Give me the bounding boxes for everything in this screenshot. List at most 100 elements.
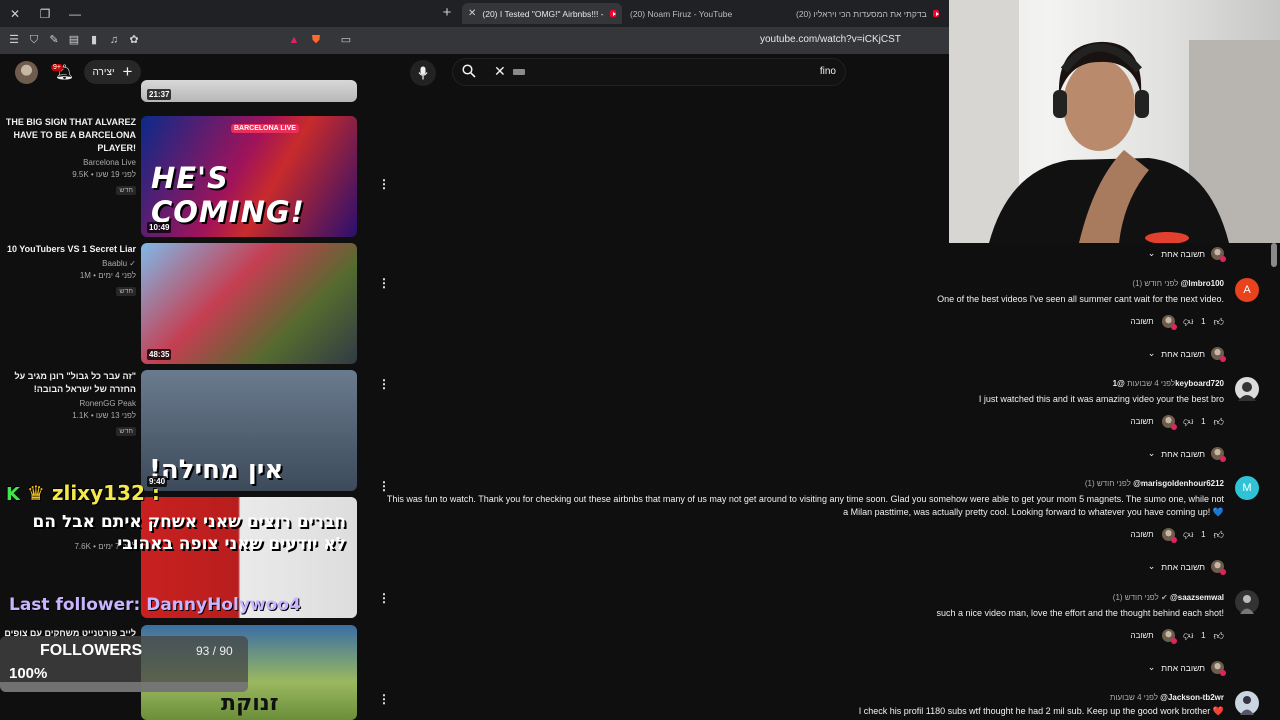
like-icon[interactable]: 👍︎ xyxy=(1214,529,1224,541)
voice-search-button[interactable] xyxy=(410,60,436,86)
like-icon[interactable]: 👍︎ xyxy=(1214,416,1224,428)
minimize-window-icon[interactable]: — xyxy=(60,0,90,27)
menu-icon[interactable]: ☰ xyxy=(7,33,21,47)
reply-button[interactable]: תשובה xyxy=(1131,530,1154,539)
shield-icon[interactable]: ⛉ xyxy=(27,33,41,47)
comment: לפני חודש (1) @lmbro100 One of the best … xyxy=(937,279,1224,330)
like-count: 1 xyxy=(1201,417,1206,426)
account-avatar[interactable] xyxy=(15,61,38,84)
replies-toggle[interactable]: ⌄ תשובה אחת xyxy=(1147,347,1226,362)
comment-handle[interactable]: @Jackson-tb2wr xyxy=(1160,693,1224,702)
commenter-avatar[interactable] xyxy=(1235,377,1259,401)
comment-actions: תשובה 👍︎ 1 👍︎ xyxy=(979,415,1224,430)
dislike-icon[interactable]: 👍︎ xyxy=(1183,529,1193,541)
comment-header: לפני חודש (1) @marisgoldenhour6212 xyxy=(384,479,1224,488)
extensions-icon[interactable]: ✿ xyxy=(127,33,141,47)
dislike-icon[interactable]: 👍︎ xyxy=(1183,630,1193,642)
address-bar[interactable]: youtube.com/watch?v=iCKjCST xyxy=(760,34,901,45)
new-tab-button[interactable]: + xyxy=(438,4,456,22)
commenter-avatar[interactable] xyxy=(1235,590,1259,614)
music-icon[interactable]: ♫ xyxy=(107,33,121,47)
video-title[interactable]: "זה עבר כל גבול" רונן מגיב על החזרה של י… xyxy=(0,370,136,396)
thumbnail-text: אין מחילה! xyxy=(149,455,284,485)
reply-button[interactable]: תשובה xyxy=(1131,631,1154,640)
tab-title: (20) I Tested "OMG!" Airbnbs!!! - xyxy=(482,8,604,19)
creator-avatar xyxy=(1211,347,1226,362)
reply-button[interactable]: תשובה xyxy=(1131,417,1154,426)
verified-icon: ✔ xyxy=(1161,593,1168,602)
creator-heart-icon xyxy=(1161,315,1177,330)
video-thumbnail[interactable]: 21:37 xyxy=(141,80,357,102)
clear-search-icon[interactable]: ✕ xyxy=(494,63,506,80)
search-box[interactable] xyxy=(452,58,846,86)
video-meta: "זה עבר כל גבול" רונן מגיב על החזרה של י… xyxy=(0,370,136,438)
person-avatar-icon xyxy=(1238,382,1256,401)
screen-icon[interactable]: ▭ xyxy=(339,33,353,47)
creator-heart-icon xyxy=(1161,629,1177,644)
creator-avatar xyxy=(1211,560,1226,575)
comment-header: לפני חודש (1) @lmbro100 xyxy=(937,279,1224,288)
like-count: 1 xyxy=(1201,530,1206,539)
replies-toggle[interactable]: ⌄ תשובה אחת xyxy=(1148,560,1226,575)
like-count: 1 xyxy=(1201,317,1206,326)
restore-window-icon[interactable]: ❐ xyxy=(30,0,60,27)
creator-avatar xyxy=(1211,247,1226,262)
close-window-icon[interactable]: ✕ xyxy=(0,0,30,27)
browser-tab[interactable]: (20) בדקתי את המסעדות הכי ויראליו xyxy=(790,3,945,24)
dislike-icon[interactable]: 👍︎ xyxy=(1183,316,1193,328)
commenter-avatar[interactable]: M xyxy=(1235,476,1259,500)
browser-tab-active[interactable]: ✕ (20) I Tested "OMG!" Airbnbs!!! - xyxy=(462,3,622,24)
comment-handle[interactable]: @marisgoldenhour6212 xyxy=(1133,479,1224,488)
video-meta: THE BIG SIGN THAT ALVAREZ HAVE TO BE A B… xyxy=(0,116,136,197)
video-title[interactable]: 10 YouTubers VS 1 Secret Liar xyxy=(0,243,136,256)
replies-toggle[interactable]: ⌄ תשובה אחת xyxy=(1148,661,1226,676)
dislike-icon[interactable]: 👍︎ xyxy=(1183,416,1193,428)
video-thumbnail[interactable]: אין מחילה! 9:40 xyxy=(141,370,357,491)
replies-label: תשובה אחת xyxy=(1161,448,1205,459)
new-badge: חדש xyxy=(116,186,136,195)
sidebar-icon[interactable]: ▮ xyxy=(87,33,101,47)
video-thumbnail[interactable]: BARCELONA LIVE HE'S COMING! 10:49 xyxy=(141,116,357,237)
replies-toggle[interactable]: ⌄ תשובה אחת xyxy=(1147,447,1226,462)
comment-text: I just watched this and it was amazing v… xyxy=(978,394,1224,404)
channel-name-text: Baablu xyxy=(102,259,128,268)
new-badge: חדש xyxy=(116,287,136,296)
close-tab-icon[interactable]: ✕ xyxy=(468,8,476,19)
search-input[interactable]: fino xyxy=(820,66,836,77)
keyboard-icon[interactable] xyxy=(513,69,525,75)
like-count: 1 xyxy=(1201,631,1206,640)
person-avatar-icon xyxy=(1240,595,1254,614)
channel-name[interactable]: Baablu ✓ xyxy=(0,259,136,268)
chevron-down-icon: ⌄ xyxy=(1147,448,1156,458)
comment: לפני חודש (1) @marisgoldenhour6212 This … xyxy=(384,479,1224,543)
commenter-avatar[interactable] xyxy=(1235,691,1259,715)
browser-tab[interactable]: (20) Noam Firuz - YouTube xyxy=(624,3,764,24)
comments-scrollbar[interactable] xyxy=(1271,243,1277,267)
video-thumbnail[interactable]: 48:35 xyxy=(141,243,357,364)
goal-progress-bar xyxy=(0,682,248,692)
brave-shield-icon[interactable]: ⛊ xyxy=(309,33,323,47)
video-meta: 10 YouTubers VS 1 Secret Liar Baablu ✓ 1… xyxy=(0,243,136,298)
like-icon[interactable]: 👍︎ xyxy=(1214,630,1224,642)
news-icon[interactable]: ▤ xyxy=(67,33,81,47)
reply-button[interactable]: תשובה xyxy=(1131,317,1154,326)
create-button[interactable]: יצירה + xyxy=(84,60,141,84)
comment-handle[interactable]: @saazsemwal xyxy=(1170,593,1224,602)
like-icon[interactable]: 👍︎ xyxy=(1214,316,1224,328)
chevron-down-icon: ⌄ xyxy=(1147,348,1156,358)
search-icon[interactable] xyxy=(462,64,476,78)
replies-toggle[interactable]: ⌄ תשובה אחת xyxy=(1148,247,1226,262)
more-options-icon[interactable]: ⋮ xyxy=(378,178,390,190)
channel-name[interactable]: Barcelona Live xyxy=(0,158,136,167)
video-title[interactable]: THE BIG SIGN THAT ALVAREZ HAVE TO BE A B… xyxy=(0,116,136,155)
channel-name[interactable]: RonenGG Peak xyxy=(0,399,136,408)
verified-icon: ✓ xyxy=(129,259,136,268)
goal-count: 93 / 90 xyxy=(196,644,233,658)
comment-time: לפני 4 שבועות xyxy=(1127,379,1176,388)
warning-icon[interactable]: ▲ xyxy=(287,33,301,47)
comment-handle[interactable]: @lmbro100 xyxy=(1181,279,1224,288)
commenter-avatar[interactable]: A xyxy=(1235,278,1259,302)
pin-icon[interactable]: ✎ xyxy=(47,33,61,47)
thumbnail-text: HE'S COMING! xyxy=(151,161,305,229)
creator-heart-icon xyxy=(1161,528,1177,543)
